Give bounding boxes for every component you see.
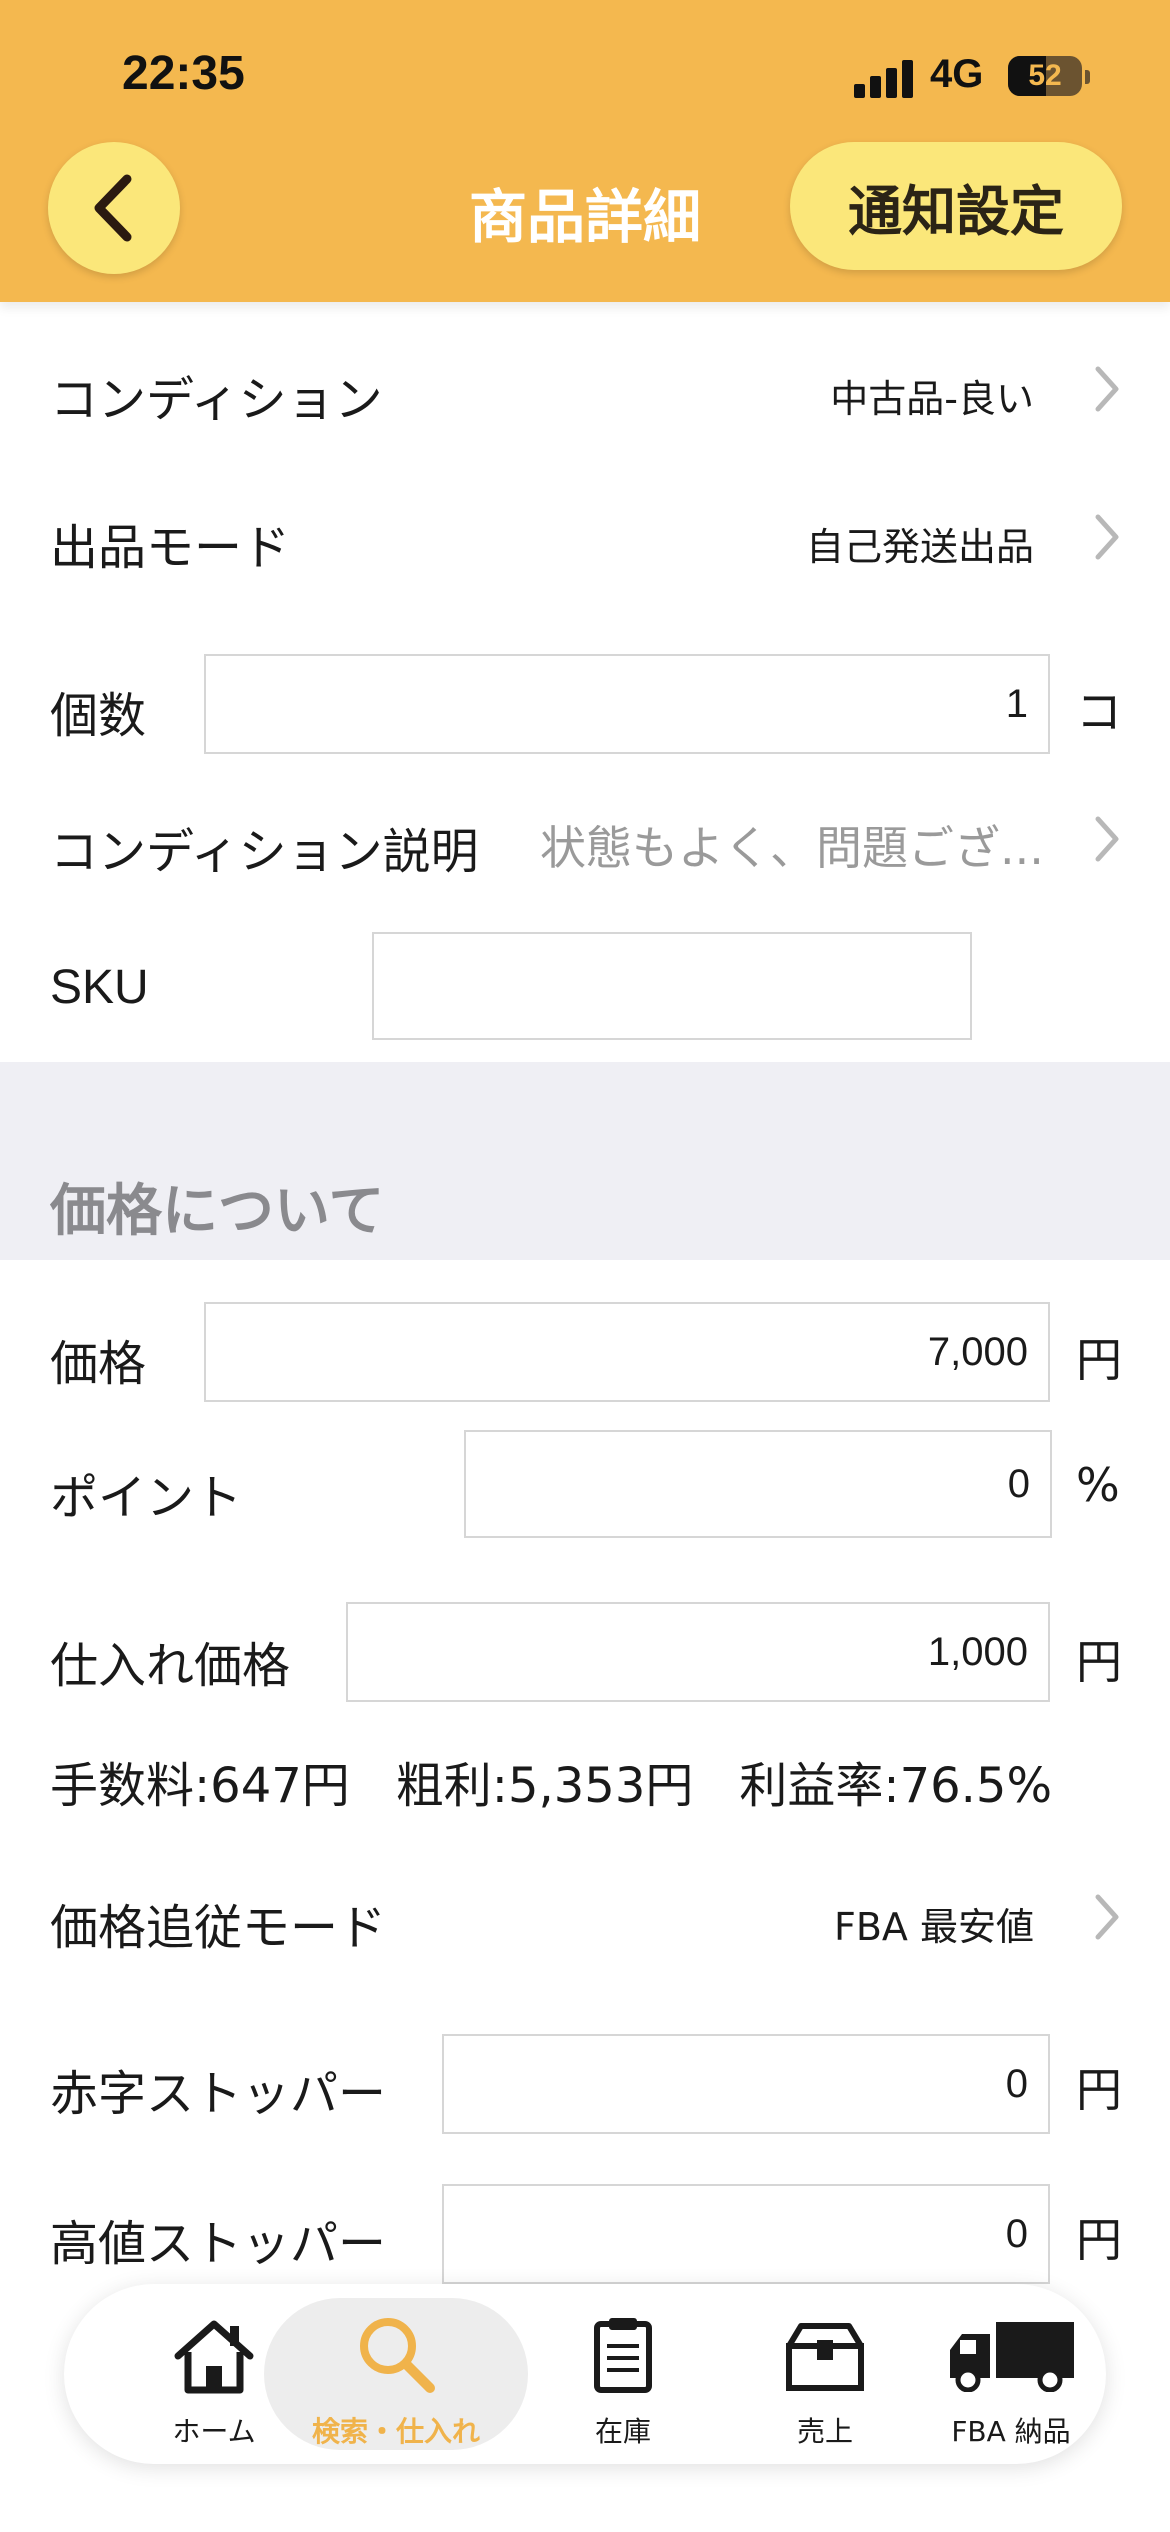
price-tracking-value: FBA 最安値: [833, 1905, 1034, 1949]
battery-percent: 52: [1028, 59, 1062, 92]
price-label: 価格: [50, 1336, 147, 1392]
chevron-right-icon: [1095, 366, 1119, 412]
clipboard-icon: [594, 2318, 652, 2393]
point-label: ポイント: [50, 1470, 243, 1526]
high-stopper-label: 高値ストッパー: [50, 2216, 387, 2272]
chevron-right-icon: [1095, 816, 1119, 862]
header: 22:35 4G 52 商品詳細 通知設定: [0, 0, 1170, 302]
loss-stopper-unit: 円: [1076, 2063, 1122, 2117]
tab-label: FBA 納品: [951, 2415, 1071, 2448]
chevron-right-icon: [1095, 1894, 1119, 1940]
battery-nub: [1085, 70, 1090, 84]
quantity-label: 個数: [50, 688, 147, 744]
quantity-unit: コ: [1076, 685, 1122, 739]
fee-text: 手数料:647円: [50, 1758, 350, 1814]
chevron-right-icon: [1095, 514, 1119, 560]
chevron-left-icon: [94, 174, 132, 242]
margin-text: 利益率:76.5%: [739, 1758, 1053, 1814]
listing-mode-label: 出品モード: [50, 520, 291, 576]
signal-icon: [854, 58, 916, 98]
tab-label: 検索・仕入れ: [311, 2415, 480, 2448]
tab-label: 売上: [796, 2415, 853, 2448]
listing-mode-value: 自己発送出品: [805, 525, 1034, 569]
section-title-pricing: 価格について: [50, 1179, 385, 1244]
condition-description-value: 状態もよく、問題ござ...: [540, 821, 1044, 875]
tab-label: 在庫: [594, 2415, 651, 2448]
sku-input[interactable]: [372, 932, 972, 1040]
battery-icon: 52: [1008, 56, 1082, 96]
point-input[interactable]: 0: [464, 1430, 1052, 1538]
tab-sales[interactable]: 売上: [730, 2284, 920, 2464]
status-time: 22:35: [122, 47, 245, 100]
loss-stopper-input[interactable]: 0: [442, 2034, 1050, 2134]
price-tracking-label: 価格追従モード: [50, 1900, 387, 1956]
box-icon: [786, 2323, 864, 2391]
tab-inventory[interactable]: 在庫: [548, 2284, 698, 2464]
condition-description-label: コンディション説明: [50, 824, 479, 880]
condition-label: コンディション: [50, 372, 383, 428]
home-icon: [174, 2320, 254, 2394]
price-unit: 円: [1076, 1333, 1122, 1387]
search-icon: [360, 2318, 435, 2393]
sku-label: SKU: [50, 961, 149, 1014]
cost-input[interactable]: 1,000: [346, 1602, 1050, 1702]
condition-value: 中古品-良い: [830, 377, 1034, 421]
high-stopper-input[interactable]: 0: [442, 2184, 1050, 2284]
gross-profit-text: 粗利:5,353円: [395, 1758, 694, 1814]
tab-bar: ホーム 検索・仕入れ 在庫 売上 FBA 納品: [64, 2284, 1106, 2464]
network-label: 4G: [930, 52, 984, 96]
high-stopper-unit: 円: [1076, 2213, 1122, 2267]
back-button[interactable]: [48, 142, 180, 274]
cost-label: 仕入れ価格: [50, 1638, 291, 1694]
tab-search-purchase[interactable]: 検索・仕入れ: [276, 2284, 516, 2464]
tab-fba-delivery[interactable]: FBA 納品: [916, 2284, 1106, 2464]
notification-settings-button[interactable]: 通知設定: [790, 142, 1122, 270]
point-unit: %: [1076, 1458, 1120, 1512]
profit-summary: 手数料:647円 粗利:5,353円 利益率:76.5%: [50, 1746, 1052, 1816]
price-input[interactable]: 7,000: [204, 1302, 1050, 1402]
cost-unit: 円: [1076, 1635, 1122, 1689]
truck-icon: [950, 2322, 1074, 2392]
loss-stopper-label: 赤字ストッパー: [50, 2066, 387, 2122]
quantity-input[interactable]: 1: [204, 654, 1050, 754]
